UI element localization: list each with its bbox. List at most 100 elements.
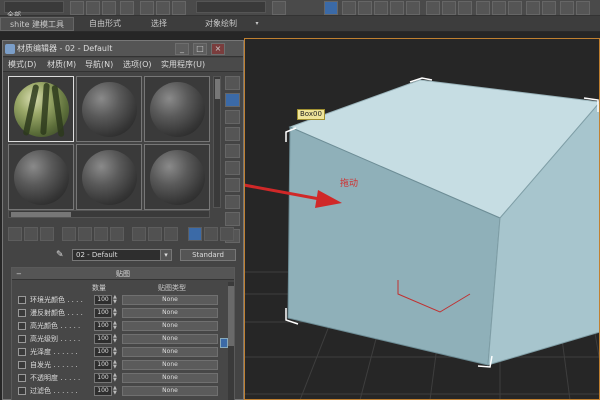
amount-spinner-icon[interactable]: ▲ ▼	[113, 386, 118, 396]
ribbon-expand-icon[interactable]: ▾	[250, 17, 264, 31]
amount-spinner-icon[interactable]: ▲ ▼	[113, 295, 118, 305]
snap-toggle-button[interactable]	[358, 1, 372, 15]
map-amount-field[interactable]: 100	[94, 308, 112, 318]
material-editor-titlebar[interactable]: 材质编辑器 - 02 - Default _ □ ×	[3, 41, 243, 57]
reference-coordinate-dropdown[interactable]	[196, 1, 266, 13]
select-by-material-icon[interactable]	[225, 195, 240, 209]
map-enable-checkbox[interactable]	[18, 348, 26, 356]
get-material-icon[interactable]	[8, 227, 22, 241]
amount-spinner-icon[interactable]: ▲ ▼	[113, 360, 118, 370]
map-slot-button[interactable]: None	[122, 295, 218, 305]
maps-rollout-header[interactable]: − 贴图	[12, 268, 234, 280]
map-amount-field[interactable]: 100	[94, 360, 112, 370]
layer-manager-button[interactable]	[476, 1, 490, 15]
schematic-view-button[interactable]	[526, 1, 540, 15]
map-amount-field[interactable]: 100	[94, 334, 112, 344]
scroll-thumb[interactable]	[11, 212, 71, 217]
pin-icon[interactable]	[220, 338, 228, 348]
rollout-scrollbar[interactable]	[228, 282, 234, 400]
reset-material-icon[interactable]	[62, 227, 76, 241]
mirror-button[interactable]	[442, 1, 456, 15]
sample-slot-4[interactable]	[8, 144, 74, 210]
percent-snap-button[interactable]	[390, 1, 404, 15]
map-amount-field[interactable]: 100	[94, 321, 112, 331]
map-slot-button[interactable]: None	[122, 360, 218, 370]
material-type-button[interactable]: Standard	[180, 249, 236, 261]
sample-type-icon[interactable]	[225, 76, 240, 90]
slots-vertical-scrollbar[interactable]	[213, 76, 221, 208]
curve-editor-button[interactable]	[508, 1, 522, 15]
rotate-button[interactable]	[156, 1, 170, 15]
angle-snap-button[interactable]	[374, 1, 388, 15]
sample-slot-6[interactable]	[144, 144, 210, 210]
map-enable-checkbox[interactable]	[18, 335, 26, 343]
amount-spinner-icon[interactable]: ▲ ▼	[113, 347, 118, 357]
amount-spinner-icon[interactable]: ▲ ▼	[113, 373, 118, 383]
amount-spinner-icon[interactable]: ▲ ▼	[113, 308, 118, 318]
map-slot-button[interactable]: None	[122, 334, 218, 344]
map-enable-checkbox[interactable]	[18, 309, 26, 317]
material-map-navigator-icon[interactable]	[225, 212, 240, 226]
map-slot-button[interactable]: None	[122, 386, 218, 396]
menu-options[interactable]: 选项(O)	[123, 58, 152, 72]
video-color-check-icon[interactable]	[225, 144, 240, 158]
map-slot-button[interactable]: None	[122, 373, 218, 383]
go-to-parent-icon[interactable]	[188, 227, 202, 241]
select-and-manipulate-button[interactable]	[324, 1, 338, 15]
align-button[interactable]	[458, 1, 472, 15]
eyedropper-icon[interactable]: ✎	[56, 249, 68, 261]
sample-slot-5[interactable]	[76, 144, 142, 210]
scroll-thumb[interactable]	[215, 79, 220, 99]
menu-navigation[interactable]: 导航(N)	[85, 58, 113, 72]
select-by-name-button[interactable]	[86, 1, 100, 15]
sample-uv-tiling-icon[interactable]	[225, 127, 240, 141]
put-to-scene-icon[interactable]	[24, 227, 38, 241]
rectangular-selection-button[interactable]	[102, 1, 116, 15]
minimize-button[interactable]: _	[175, 43, 189, 55]
map-amount-field[interactable]: 100	[94, 347, 112, 357]
maximize-button[interactable]: □	[193, 43, 207, 55]
graphite-toolbar-button[interactable]	[492, 1, 506, 15]
map-enable-checkbox[interactable]	[18, 361, 26, 369]
make-preview-icon[interactable]	[225, 161, 240, 175]
rendered-frame-button[interactable]	[576, 1, 590, 15]
move-button[interactable]	[140, 1, 154, 15]
material-name-field[interactable]: 02 - Default	[72, 249, 172, 261]
map-amount-field[interactable]: 100	[94, 373, 112, 383]
map-slot-button[interactable]: None	[122, 321, 218, 331]
background-checker-icon[interactable]	[225, 110, 240, 124]
menu-material[interactable]: 材质(M)	[47, 58, 76, 72]
selection-filter-dropdown[interactable]: 全部	[4, 1, 64, 19]
assign-to-selection-icon[interactable]	[40, 227, 54, 241]
put-to-library-icon[interactable]	[110, 227, 124, 241]
backlight-icon[interactable]	[225, 93, 240, 107]
amount-spinner-icon[interactable]: ▲ ▼	[113, 334, 118, 344]
tab-object-paint[interactable]: 对象绘制	[196, 17, 246, 31]
material-editor-button[interactable]	[542, 1, 556, 15]
tab-selection[interactable]: 选择	[144, 17, 174, 31]
map-enable-checkbox[interactable]	[18, 296, 26, 304]
spinner-snap-button[interactable]	[406, 1, 420, 15]
chevron-down-icon[interactable]: ▾	[160, 250, 171, 260]
edit-named-selection-button[interactable]	[426, 1, 440, 15]
map-amount-field[interactable]: 100	[94, 295, 112, 305]
options-icon[interactable]	[225, 178, 240, 192]
make-copy-icon[interactable]	[78, 227, 92, 241]
tab-modeling-tools[interactable]: shite 建模工具	[0, 17, 74, 31]
tab-freeform[interactable]: 自由形式	[80, 17, 130, 31]
window-crossing-button[interactable]	[120, 1, 134, 15]
amount-spinner-icon[interactable]: ▲ ▼	[113, 321, 118, 331]
material-id-channel-icon[interactable]	[132, 227, 146, 241]
map-enable-checkbox[interactable]	[18, 387, 26, 395]
map-amount-field[interactable]: 100	[94, 386, 112, 396]
map-enable-checkbox[interactable]	[18, 322, 26, 330]
pick-material-icon[interactable]	[220, 227, 234, 241]
slots-horizontal-scrollbar[interactable]	[8, 210, 210, 218]
scale-button[interactable]	[172, 1, 186, 15]
show-shaded-material-icon[interactable]	[148, 227, 162, 241]
go-forward-sibling-icon[interactable]	[204, 227, 218, 241]
map-slot-button[interactable]: None	[122, 347, 218, 357]
sample-slot-2[interactable]	[76, 76, 142, 142]
show-end-result-icon[interactable]	[164, 227, 178, 241]
sample-slot-1[interactable]	[8, 76, 74, 142]
